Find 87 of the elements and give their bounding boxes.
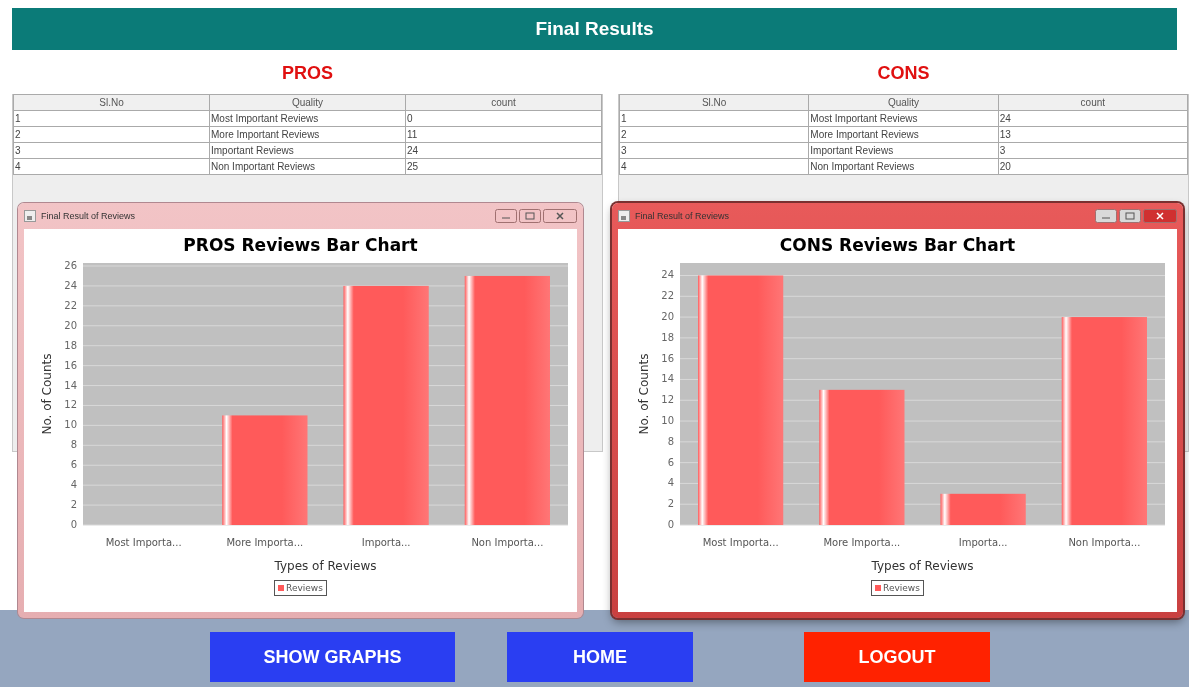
window-title: Final Result of Reviews [635,211,730,221]
y-tick-label: 24 [64,279,77,291]
y-tick-label: 20 [64,319,77,331]
y-tick-label: 18 [64,339,77,351]
x-tick-label: More Importa... [823,537,901,548]
table-cell: 2 [619,126,809,143]
x-tick-label: Most Importa... [702,537,779,548]
table-cell: 3 [13,142,210,159]
chart-title: CONS Reviews Bar Chart [779,235,1016,255]
legend-label: Reviews [883,583,920,593]
y-axis-label: No. of Counts [637,353,651,435]
table-cell: 2 [13,126,210,143]
x-axis-label: Types of Reviews [274,559,377,573]
column-header: count [405,94,602,111]
table-cell: 24 [405,142,602,159]
table-cell: 4 [13,158,210,175]
y-tick-label: 16 [661,352,674,364]
y-tick-label: 12 [64,399,77,411]
section-heading: CONS [877,63,930,84]
column-header: Quality [808,94,999,111]
action-button[interactable]: SHOW GRAPHS [210,632,455,682]
y-tick-label: 26 [64,260,77,271]
table-cell: 4 [619,158,809,175]
column-header: Sl.No [619,94,809,111]
minimize-icon[interactable] [1095,209,1117,223]
x-tick-label: Most Importa... [105,537,182,548]
y-tick-label: 20 [661,311,674,323]
x-tick-label: More Importa... [226,537,304,548]
maximize-icon[interactable] [519,209,541,223]
chart-title: PROS Reviews Bar Chart [183,235,418,255]
column-header: Sl.No [13,94,210,111]
table-cell: 0 [405,110,602,127]
x-tick-label: Non Importa... [471,537,544,548]
table-cell: Most Important Reviews [808,110,999,127]
y-tick-label: 10 [64,419,77,431]
close-icon[interactable] [1143,209,1177,223]
y-tick-label: 22 [661,290,674,302]
y-tick-label: 4 [667,477,674,489]
table-cell: 24 [998,110,1188,127]
x-tick-label: Non Importa... [1068,537,1141,548]
table-cell: 11 [405,126,602,143]
close-icon[interactable] [543,209,577,223]
legend-label: Reviews [286,583,323,593]
y-tick-label: 14 [64,379,77,391]
table-cell: More Important Reviews [808,126,999,143]
x-tick-label: Importa... [361,537,411,548]
table-cell: Important Reviews [209,142,406,159]
y-tick-label: 4 [70,479,77,491]
y-tick-label: 14 [661,373,674,385]
table-cell: Non Important Reviews [808,158,999,175]
table-cell: Important Reviews [808,142,999,159]
maximize-icon[interactable] [1119,209,1141,223]
table-cell: 1 [619,110,809,127]
section-heading: PROS [282,63,333,84]
minimize-icon[interactable] [495,209,517,223]
y-tick-label: 16 [64,359,77,371]
y-tick-label: 8 [70,439,77,451]
y-tick-label: 10 [661,415,674,427]
y-tick-label: 6 [70,459,77,471]
y-tick-label: 0 [70,519,77,530]
table-cell: 20 [998,158,1188,175]
table-cell: Non Important Reviews [209,158,406,175]
action-button[interactable]: LOGOUT [804,632,990,682]
x-tick-label: Importa... [958,537,1008,548]
header-title: Final Results [12,8,1177,50]
table-cell: 1 [13,110,210,127]
table-cell: Most Important Reviews [209,110,406,127]
table-cell: 13 [998,126,1188,143]
y-tick-label: 12 [661,394,674,406]
y-tick-label: 0 [667,519,674,530]
table-cell: 25 [405,158,602,175]
y-tick-label: 6 [667,456,674,468]
y-tick-label: 8 [667,435,674,447]
table-cell: More Important Reviews [209,126,406,143]
y-tick-label: 24 [661,269,674,281]
y-tick-label: 2 [667,498,674,510]
y-tick-label: 22 [64,299,77,311]
y-axis-label: No. of Counts [40,353,54,435]
y-tick-label: 18 [661,331,674,343]
y-tick-label: 2 [70,499,77,511]
window-title: Final Result of Reviews [41,211,136,221]
table-cell: 3 [619,142,809,159]
action-button[interactable]: HOME [507,632,693,682]
x-axis-label: Types of Reviews [871,559,974,573]
column-header: Quality [209,94,406,111]
column-header: count [998,94,1188,111]
table-cell: 3 [998,142,1188,159]
